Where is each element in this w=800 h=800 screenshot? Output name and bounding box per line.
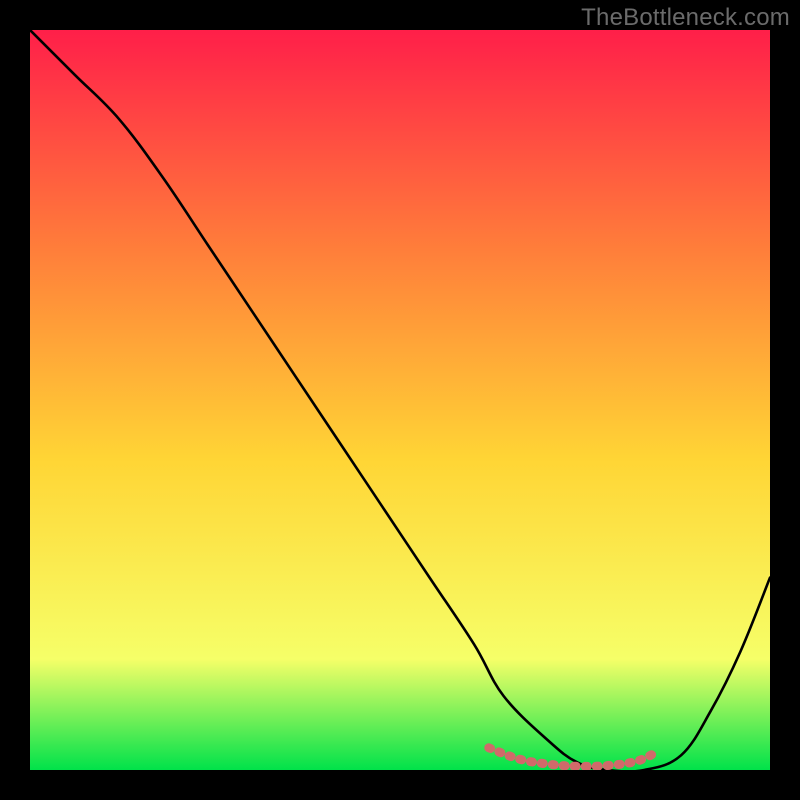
watermark-text: TheBottleneck.com — [581, 4, 790, 32]
chart-wrapper: TheBottleneck.com — [0, 0, 800, 800]
plot-area — [30, 30, 770, 770]
bottleneck-chart — [30, 30, 770, 770]
